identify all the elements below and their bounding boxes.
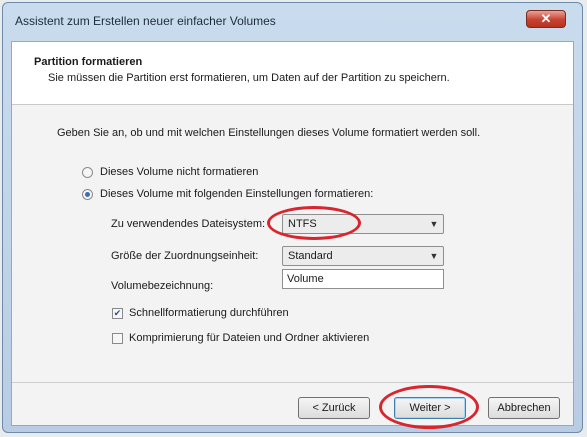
- title-bar[interactable]: Assistent zum Erstellen neuer einfacher …: [3, 3, 582, 39]
- page-title: Partition formatieren: [34, 56, 143, 68]
- wizard-content: Partition formatieren Sie müssen die Par…: [11, 41, 574, 429]
- wizard-window: Assistent zum Erstellen neuer einfacher …: [2, 2, 583, 433]
- dropdown-arrow-icon: ▼: [429, 251, 439, 261]
- compression-checkbox-row[interactable]: Komprimierung für Dateien und Ordner akt…: [112, 332, 369, 344]
- divider: [12, 382, 573, 383]
- cancel-button[interactable]: Abbrechen: [488, 397, 560, 419]
- radio-format-label: Dieses Volume mit folgenden Einstellunge…: [100, 188, 374, 200]
- radio-button-unselected[interactable]: [82, 166, 93, 178]
- close-icon: ✕: [540, 11, 552, 26]
- radio-format[interactable]: Dieses Volume mit folgenden Einstellunge…: [82, 186, 373, 202]
- radio-no-format[interactable]: Dieses Volume nicht formatieren: [82, 164, 258, 180]
- allocation-label: Größe der Zuordnungseinheit:: [111, 250, 259, 262]
- next-button[interactable]: Weiter >: [394, 397, 466, 419]
- quick-format-label: Schnellformatierung durchführen: [129, 307, 289, 319]
- radio-button-selected[interactable]: [82, 188, 93, 200]
- radio-no-format-label: Dieses Volume nicht formatieren: [100, 166, 259, 178]
- filesystem-label: Zu verwendendes Dateisystem:: [111, 218, 266, 230]
- volume-label-input[interactable]: Volume: [282, 269, 444, 289]
- allocation-value: Standard: [288, 250, 333, 262]
- compression-label: Komprimierung für Dateien und Ordner akt…: [129, 332, 370, 344]
- filesystem-value: NTFS: [288, 218, 317, 230]
- back-button[interactable]: < Zurück: [298, 397, 370, 419]
- dropdown-arrow-icon: ▼: [429, 219, 439, 229]
- allocation-select[interactable]: Standard ▼: [282, 246, 444, 266]
- header-panel: Partition formatieren Sie müssen die Par…: [12, 42, 573, 105]
- quick-format-checkbox-row[interactable]: ✔ Schnellformatierung durchführen: [112, 307, 289, 319]
- volume-label-label: Volumebezeichnung:: [111, 280, 214, 292]
- close-button[interactable]: ✕: [526, 10, 566, 28]
- instruction-text: Geben Sie an, ob und mit welchen Einstel…: [57, 127, 481, 139]
- compression-checkbox[interactable]: [112, 332, 123, 344]
- filesystem-select[interactable]: NTFS ▼: [282, 214, 444, 234]
- quick-format-checkbox[interactable]: ✔: [112, 307, 123, 319]
- window-title: Assistent zum Erstellen neuer einfacher …: [15, 14, 276, 28]
- page-description: Sie müssen die Partition erst formatiere…: [48, 72, 450, 84]
- volume-label-value: Volume: [287, 273, 324, 285]
